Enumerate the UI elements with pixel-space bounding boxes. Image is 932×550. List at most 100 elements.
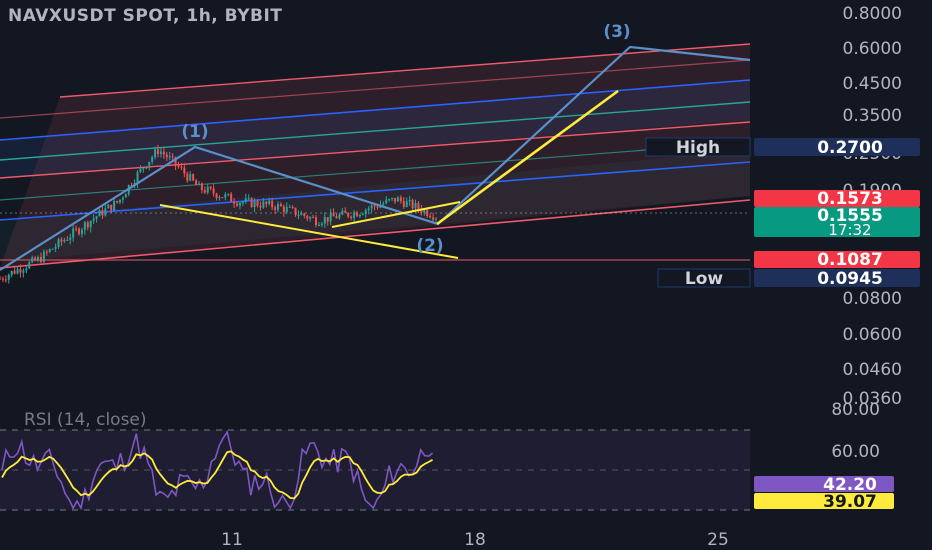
candle-body xyxy=(303,213,306,217)
candle-body xyxy=(236,203,239,206)
candle-body xyxy=(42,251,45,263)
candle-body xyxy=(19,268,22,273)
candle-body xyxy=(16,268,19,274)
candle-body xyxy=(262,201,265,208)
svg-text:High: High xyxy=(676,138,720,158)
candle-body xyxy=(355,212,358,217)
candle-body xyxy=(186,173,189,181)
candle-body xyxy=(31,257,34,263)
high-value: 0.2700 xyxy=(817,138,883,158)
chart-canvas[interactable]: (1) (2) (3) RSI (14, close) 0.8000 0.600… xyxy=(0,0,932,550)
price-label: 0.0800 xyxy=(843,289,902,309)
level-tag: 0.1087 xyxy=(754,250,920,270)
candle-body xyxy=(118,199,121,203)
candle-body xyxy=(376,206,379,208)
candle-body xyxy=(282,206,285,213)
candle-body xyxy=(394,197,397,202)
price-label: 0.8000 xyxy=(843,4,902,24)
candle-body xyxy=(80,229,83,234)
wave-1-label: (1) xyxy=(181,122,208,142)
candle-body xyxy=(54,246,57,249)
candle-body xyxy=(253,201,256,208)
candle-body xyxy=(159,151,162,154)
candle-body xyxy=(192,174,195,181)
candle-body xyxy=(388,199,391,201)
price-label: 0.0460 xyxy=(843,360,902,380)
candle-body xyxy=(107,204,110,209)
candle-body xyxy=(136,171,139,184)
wave-3-label: (3) xyxy=(603,22,630,42)
candle-body xyxy=(326,217,329,222)
candle-body xyxy=(180,166,183,168)
candle-body xyxy=(423,209,426,213)
candle-body xyxy=(200,183,203,191)
candle-body xyxy=(402,200,405,207)
candle-body xyxy=(432,217,435,220)
candle-body xyxy=(221,197,224,199)
candle-body xyxy=(148,161,151,168)
candle-body xyxy=(34,257,37,261)
rsi-value-tag: 42.20 39.07 xyxy=(754,475,894,512)
candle-body xyxy=(154,149,157,158)
candle-body xyxy=(51,248,54,250)
candle-body xyxy=(276,204,279,210)
candle-body xyxy=(259,205,262,208)
candle-body xyxy=(358,214,361,217)
candle-body xyxy=(13,270,16,274)
candle-body xyxy=(48,249,51,252)
candle-body xyxy=(162,151,165,155)
svg-text:18: 18 xyxy=(464,530,486,550)
candle-body xyxy=(195,180,198,186)
candle-body xyxy=(72,228,75,238)
candle-body xyxy=(361,214,364,216)
candle-body xyxy=(256,201,259,206)
time-axis: 11 18 25 xyxy=(221,530,729,550)
candle-body xyxy=(373,205,376,207)
candle-body xyxy=(60,239,63,242)
candle-body xyxy=(391,197,394,200)
candle-body xyxy=(104,208,107,216)
candle-body xyxy=(411,199,414,209)
candle-body xyxy=(332,212,335,217)
candle-body xyxy=(285,206,288,213)
candle-body xyxy=(233,201,236,204)
candle-body xyxy=(121,197,124,200)
candle-body xyxy=(435,218,437,220)
price-label: 0.6000 xyxy=(843,39,902,59)
candle-body xyxy=(350,216,353,218)
candle-body xyxy=(382,203,385,205)
candle-body xyxy=(250,198,253,208)
candle-body xyxy=(139,168,142,172)
candle-body xyxy=(203,190,206,193)
candle-body xyxy=(323,217,326,224)
candle-body xyxy=(145,167,148,169)
candle-body xyxy=(168,156,171,158)
candle-body xyxy=(10,270,13,275)
candle-body xyxy=(353,212,356,218)
candle-body xyxy=(426,209,429,217)
rsi-title: RSI (14, close) xyxy=(24,410,147,430)
high-tag: High 0.2700 xyxy=(645,137,920,158)
candle-body xyxy=(7,274,10,280)
candle-body xyxy=(28,262,31,269)
candle-body xyxy=(86,222,89,228)
candle-body xyxy=(347,212,350,217)
rsi-axis-label: 80.00 xyxy=(831,400,880,420)
candle-body xyxy=(320,223,323,226)
candle-body xyxy=(227,193,230,195)
candle-body xyxy=(183,167,186,174)
candle-body xyxy=(197,183,200,186)
candle-body xyxy=(312,217,315,219)
svg-text:Low: Low xyxy=(685,269,724,289)
candle-body xyxy=(224,194,227,198)
candle-body xyxy=(124,194,127,198)
candle-body xyxy=(206,186,209,193)
candle-body xyxy=(300,213,303,216)
candle-body xyxy=(110,204,113,211)
candle-body xyxy=(294,207,297,216)
rsi-axis-label: 60.00 xyxy=(831,442,880,462)
candle-body xyxy=(288,206,291,208)
candle-body xyxy=(291,206,294,208)
rsi-pane xyxy=(0,429,750,511)
candle-body xyxy=(101,210,104,216)
